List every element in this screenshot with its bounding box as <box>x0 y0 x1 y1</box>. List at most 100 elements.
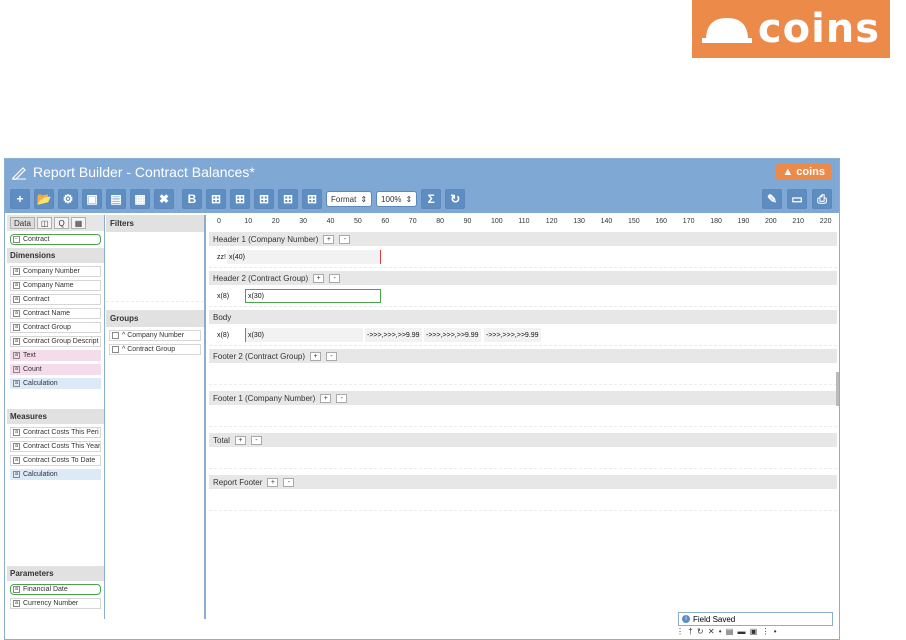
folder-icon: 📂 <box>36 192 52 206</box>
monitor-icon: ▭ <box>791 192 803 206</box>
border-top-button[interactable]: ⊞ <box>254 189 274 209</box>
save-as-button[interactable]: ▤ <box>106 189 126 209</box>
field-list-item[interactable]: a Count <box>10 364 101 375</box>
report-field[interactable]: x(8) <box>215 289 243 303</box>
report-field[interactable]: ->>>,>>>,>>9.99 <box>365 328 422 342</box>
field-list-item[interactable]: a Calculation <box>10 469 101 480</box>
new-button[interactable]: + <box>10 189 30 209</box>
canvas-scrollbar[interactable] <box>836 372 839 406</box>
zoom-select[interactable]: 100% ⇕ <box>376 191 418 207</box>
ruler-tick-label: 0 <box>217 218 221 225</box>
measures-header: Measures <box>7 409 104 424</box>
remove-band-button[interactable]: - <box>336 393 348 403</box>
field-list-item[interactable]: a Currency Number <box>10 598 101 609</box>
filters-dropzone[interactable] <box>106 232 204 302</box>
remove-band-button[interactable]: - <box>329 273 341 283</box>
print-button[interactable]: ⎙ <box>812 189 832 209</box>
sigma-icon: Σ <box>427 192 435 206</box>
border-outer-button[interactable]: ⊞ <box>230 189 250 209</box>
field-list-item[interactable]: a Contract Group <box>10 322 101 333</box>
database-icon: ◫ <box>40 218 49 228</box>
field-list-label: Contract <box>23 296 50 303</box>
settings-button[interactable]: ⚙ <box>58 189 78 209</box>
ruler-tick-label: 130 <box>573 218 585 225</box>
field-type-icon: a <box>13 268 20 275</box>
field-type-icon: a <box>13 296 20 303</box>
open-button[interactable]: 📂 <box>34 189 54 209</box>
format-select[interactable]: Format ⇕ <box>326 191 373 207</box>
preview-button[interactable]: ▭ <box>787 189 807 209</box>
filters-header: Filters <box>106 215 204 232</box>
add-band-button[interactable]: + <box>313 273 325 283</box>
border-inner-button[interactable]: ⊞ <box>302 189 322 209</box>
field-list-item[interactable]: a Calculation <box>10 378 101 389</box>
logo-word: coins <box>757 6 881 52</box>
band-footer-2-label: Footer 2 (Contract Group) <box>213 351 306 361</box>
add-band-button[interactable]: + <box>267 477 279 487</box>
report-field[interactable]: zz! <box>215 250 226 264</box>
tab-data[interactable]: Data <box>10 217 35 229</box>
remove-band-button[interactable]: - <box>326 351 338 361</box>
ruler-tick-label: 170 <box>682 218 695 225</box>
band-header-1-label: Header 1 (Company Number) <box>213 234 319 244</box>
select-arrows-icon: ⇕ <box>360 194 368 204</box>
select-arrows-icon: ⇕ <box>405 194 413 204</box>
report-field[interactable]: x(30) <box>245 289 381 303</box>
field-list-label: Financial Date <box>23 586 68 593</box>
selected-table[interactable]: − Contract <box>10 234 101 245</box>
bottom-tool-strip: ⋮ † ↻ ✕ • ▤ ▬ ▣ ⋮ • <box>676 627 836 639</box>
save-button[interactable]: ▣ <box>82 189 102 209</box>
add-band-button[interactable]: + <box>320 393 332 403</box>
field-list-label: Currency Number <box>23 600 79 607</box>
sum-button[interactable]: Σ <box>421 189 442 209</box>
group-item[interactable]: ^ Company Number <box>109 330 201 341</box>
field-list-item[interactable]: a Contract Costs To Date <box>10 455 101 466</box>
save-as-icon: ▤ <box>110 192 122 206</box>
field-list-item[interactable]: a Company Name <box>10 280 101 291</box>
tool-icons[interactable]: ⋮ † ↻ ✕ • ▤ ▬ ▣ ⋮ • <box>676 627 778 636</box>
band-body-row: x(8) x(30) ->>>,>>>,>>9.99 ->>>,>>>,>>9.… <box>209 324 837 346</box>
remove-band-button[interactable]: - <box>250 435 262 445</box>
field-type-icon: a <box>13 324 20 331</box>
grid-outer-icon: ⊞ <box>234 192 246 206</box>
tab-database[interactable]: ◫ <box>36 217 53 229</box>
ruler-tick-label: 100 <box>491 218 503 225</box>
field-list-item[interactable]: a Contract Costs This Year <box>10 441 101 452</box>
edit-button[interactable]: ✎ <box>762 189 782 209</box>
band-report-footer-label: Report Footer <box>213 477 263 487</box>
report-field[interactable]: x(8) <box>215 328 243 342</box>
parameters-header: Parameters <box>7 566 104 581</box>
refresh-button[interactable]: ↻ <box>445 189 466 209</box>
field-list-item[interactable]: a Contract Costs This Peri <box>10 427 101 438</box>
field-list-item[interactable]: a Company Number <box>10 266 101 277</box>
report-field[interactable]: ->>>,>>>,>>9.99 <box>424 328 481 342</box>
field-list-item[interactable]: a Text <box>10 350 101 361</box>
ruler-tick-label: 120 <box>545 218 558 225</box>
ruler-tick-label: 160 <box>655 218 668 225</box>
add-band-button[interactable]: + <box>323 234 335 244</box>
tab-query[interactable]: Q <box>54 217 69 229</box>
band-total: Total + - <box>209 433 837 447</box>
delete-button[interactable]: ▦ <box>130 189 150 209</box>
field-list-item[interactable]: a Contract Name <box>10 308 101 319</box>
field-list-item[interactable]: a Financial Date <box>10 584 101 595</box>
field-list-item[interactable]: a Contract Group Descript <box>10 336 101 347</box>
border-bottom-button[interactable]: ⊞ <box>278 189 298 209</box>
add-band-button[interactable]: + <box>234 435 246 445</box>
add-band-button[interactable]: + <box>310 351 322 361</box>
columns-icon: ▦ <box>74 218 83 228</box>
zoom-select-label: 100% <box>381 194 402 204</box>
selected-table-label: Contract <box>23 236 50 243</box>
ruler-tick-label: 190 <box>737 218 750 225</box>
report-field[interactable]: x(40) <box>227 250 381 264</box>
remove-band-button[interactable]: - <box>339 234 351 244</box>
group-item[interactable]: ^ Contract Group <box>109 344 201 355</box>
report-field[interactable]: x(30) <box>245 328 363 342</box>
close-report-button[interactable]: ✖ <box>154 189 174 209</box>
border-all-button[interactable]: ⊞ <box>206 189 226 209</box>
report-field[interactable]: ->>>,>>>,>>9.99 <box>484 328 541 342</box>
bold-button[interactable]: B <box>182 189 202 209</box>
field-list-item[interactable]: a Contract <box>10 294 101 305</box>
tab-columns[interactable]: ▦ <box>70 217 87 229</box>
remove-band-button[interactable]: - <box>283 477 295 487</box>
